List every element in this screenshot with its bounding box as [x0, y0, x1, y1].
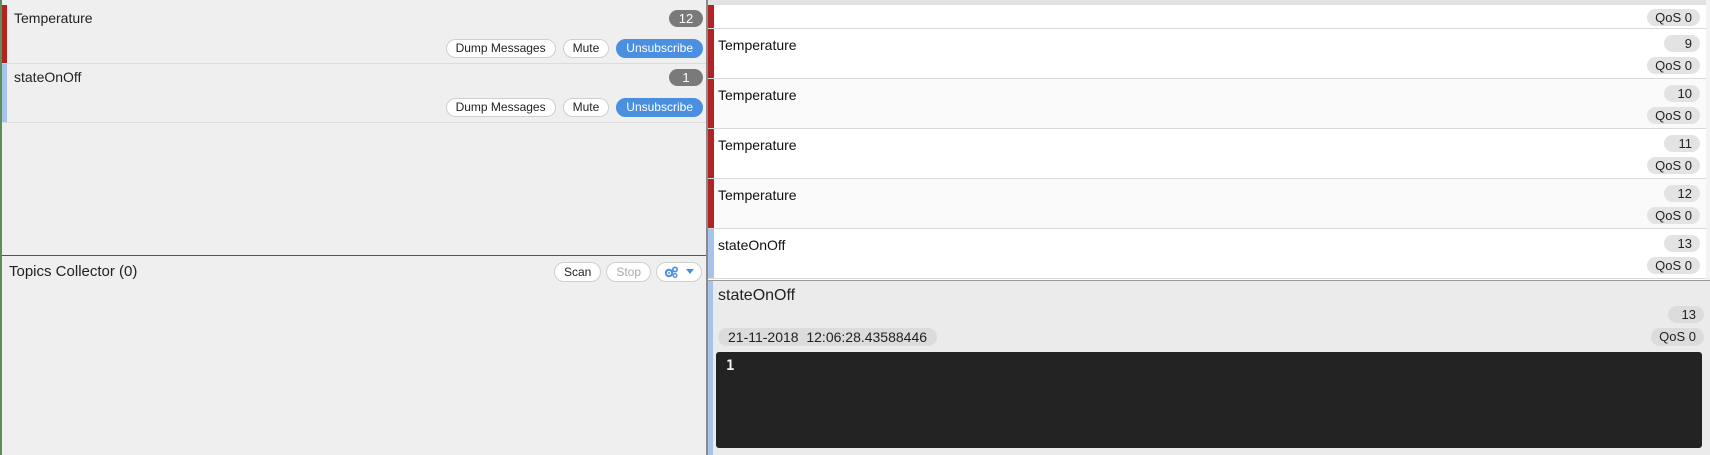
- message-item[interactable]: Temperature 11 QoS 0: [708, 129, 1706, 179]
- payload-viewer[interactable]: 1: [716, 352, 1702, 448]
- dump-messages-button[interactable]: Dump Messages: [445, 98, 556, 117]
- message-item[interactable]: Temperature 10 QoS 0: [708, 79, 1706, 129]
- detail-message-number: 13: [1668, 306, 1704, 323]
- topics-collector-panel: Topics Collector (0) Scan Stop: [2, 256, 708, 455]
- message-qos: QoS 0: [1647, 157, 1700, 174]
- topics-options-button[interactable]: [656, 262, 702, 282]
- message-color-bar: [708, 229, 714, 278]
- subscription-topic: stateOnOff: [14, 69, 82, 85]
- message-topic: Temperature: [718, 137, 797, 153]
- subscription-topic: Temperature: [14, 10, 93, 26]
- message-qos: QoS 0: [1647, 57, 1700, 74]
- subscription-color-bar: [2, 64, 7, 122]
- subscription-item-stateonoff[interactable]: stateOnOff 1 Dump Messages Mute Unsubscr…: [2, 64, 708, 123]
- message-topic: Temperature: [718, 187, 797, 203]
- message-qos: QoS 0: [1647, 107, 1700, 124]
- message-item-selected[interactable]: stateOnOff 13 QoS 0: [708, 229, 1706, 279]
- subscription-item-temperature[interactable]: Temperature 12 Dump Messages Mute Unsubs…: [2, 5, 708, 64]
- message-qos: QoS 0: [1647, 207, 1700, 224]
- message-number: 11: [1664, 135, 1700, 152]
- message-color-bar: [708, 129, 714, 178]
- mute-button[interactable]: Mute: [562, 39, 610, 58]
- message-number: 12: [1664, 185, 1700, 202]
- detail-timestamp: 21-11-2018 12:06:28.43588446: [718, 328, 938, 346]
- detail-color-bar: [708, 281, 713, 455]
- dump-messages-button[interactable]: Dump Messages: [445, 39, 556, 58]
- detail-topic: stateOnOff: [718, 287, 796, 304]
- message-qos: QoS 0: [1647, 9, 1700, 26]
- message-color-bar: [708, 179, 714, 228]
- message-item[interactable]: Temperature 9 QoS 0: [708, 29, 1706, 79]
- detail-qos: QoS 0: [1651, 328, 1704, 346]
- message-color-bar: [708, 79, 714, 128]
- caret-down-icon: [686, 269, 694, 274]
- message-topic: stateOnOff: [718, 237, 786, 253]
- message-item[interactable]: QoS 0: [708, 5, 1706, 29]
- mute-button[interactable]: Mute: [562, 98, 610, 117]
- right-pane: QoS 0 Temperature 9 QoS 0 Temperature 10…: [708, 0, 1710, 455]
- stop-button[interactable]: Stop: [606, 262, 651, 282]
- message-count-badge: 1: [669, 69, 703, 86]
- subscription-actions: Dump Messages Mute Unsubscribe: [445, 98, 703, 117]
- message-item[interactable]: Temperature 12 QoS 0: [708, 179, 1706, 229]
- message-qos: QoS 0: [1647, 257, 1700, 274]
- message-detail-panel: stateOnOff 13 21-11-2018 12:06:28.435884…: [708, 280, 1710, 455]
- message-topic: Temperature: [718, 87, 797, 103]
- gears-icon: [664, 266, 679, 278]
- message-color-bar: [708, 29, 714, 78]
- message-number: 10: [1664, 85, 1700, 102]
- topics-collector-actions: Scan Stop: [553, 262, 702, 282]
- subscriptions-list: Temperature 12 Dump Messages Mute Unsubs…: [2, 5, 708, 256]
- left-pane: Temperature 12 Dump Messages Mute Unsubs…: [0, 0, 708, 455]
- messages-scrollbar[interactable]: [1706, 0, 1710, 280]
- message-count-badge: 12: [669, 10, 703, 27]
- topics-collector-title: Topics Collector (0): [9, 263, 138, 280]
- unsubscribe-button[interactable]: Unsubscribe: [616, 98, 703, 117]
- message-topic: Temperature: [718, 37, 797, 53]
- subscription-color-bar: [2, 5, 7, 63]
- message-color-bar: [708, 5, 714, 28]
- message-number: 9: [1664, 35, 1700, 52]
- messages-list: QoS 0 Temperature 9 QoS 0 Temperature 10…: [708, 0, 1706, 280]
- unsubscribe-button[interactable]: Unsubscribe: [616, 39, 703, 58]
- subscription-actions: Dump Messages Mute Unsubscribe: [445, 39, 703, 58]
- scan-button[interactable]: Scan: [553, 262, 602, 282]
- message-number: 13: [1664, 235, 1700, 252]
